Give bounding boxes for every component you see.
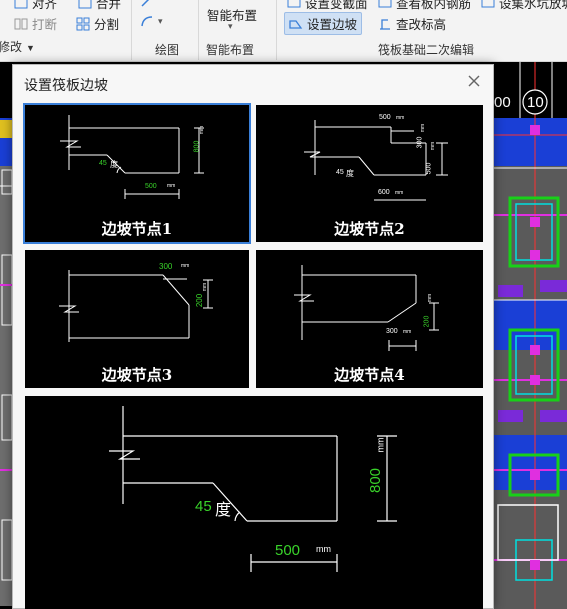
height-value: 200 xyxy=(423,315,431,328)
slope-icon xyxy=(289,19,303,29)
slope-preview-panel: 45 度 800 mm 500 mm xyxy=(25,396,483,609)
node-label: 边坡节点1 xyxy=(101,220,173,238)
slope-node-2-thumbnail[interactable]: 500 mm 300 mm 500 mm 45 度 600 mm 边坡节点2 xyxy=(256,105,483,242)
preview-diagram xyxy=(109,406,397,572)
ribbon-separator xyxy=(131,0,132,60)
break-button[interactable]: 打断 xyxy=(14,14,57,33)
slope-node-3-thumbnail[interactable]: 300 mm 200 mm 边坡节点3 xyxy=(25,250,249,388)
split-button[interactable]: 分割 xyxy=(76,14,119,33)
height-unit: mm xyxy=(199,125,206,135)
modify-group-dropdown[interactable]: 修改 ▼ xyxy=(0,38,35,55)
width-unit: mm xyxy=(403,329,412,335)
chevron-down-icon: ▾ xyxy=(158,15,163,26)
ribbon-toolbar: 对齐 合并 打断 分割 修改 ▼ ▾ 绘图 智能布置 ▾ 智能布置 设置变截面 … xyxy=(0,0,567,62)
height1-unit: mm xyxy=(420,123,427,133)
preview-width-value: 500 xyxy=(275,542,301,559)
preview-height-unit: mm xyxy=(375,437,386,453)
group-label-smart: 智能布置 xyxy=(206,43,255,57)
elevation-icon xyxy=(380,18,390,30)
group-label-raft: 筏板基础二次编辑 xyxy=(378,43,475,57)
ribbon-separator xyxy=(276,0,277,60)
height-value: 200 xyxy=(195,293,205,308)
width-value: 300 xyxy=(159,262,173,271)
height-value: 800 xyxy=(193,140,201,153)
dialog-title: 设置筏板边坡 xyxy=(24,77,108,93)
set-slope-button[interactable]: 设置边坡 xyxy=(284,12,363,35)
top-width-unit: mm xyxy=(396,115,405,121)
slope-node-1-thumbnail[interactable]: 45 度 800 mm 500 mm 边坡节点1 xyxy=(23,103,251,244)
angle-value: 45 xyxy=(336,169,344,176)
preview-angle-unit: 度 xyxy=(215,500,232,519)
width-value: 300 xyxy=(386,328,398,335)
angle-value: 45 xyxy=(99,160,107,167)
top-width-value: 500 xyxy=(379,114,391,121)
ribbon-separator xyxy=(198,0,199,60)
set-variable-section-button[interactable]: 设置变截面 xyxy=(287,0,368,12)
width-unit: mm xyxy=(395,190,404,196)
width-value: 500 xyxy=(145,183,157,190)
set-pit-slope-button[interactable]: 设集水坑放坡 xyxy=(481,0,567,12)
draw-line-tool[interactable] xyxy=(140,0,154,8)
arc-icon xyxy=(141,16,153,27)
height2-unit: mm xyxy=(430,141,437,151)
edit-elevation-button[interactable]: 查改标高 xyxy=(378,14,446,33)
node-label: 边坡节点4 xyxy=(334,366,405,384)
height2-value: 500 xyxy=(425,162,433,175)
align-icon xyxy=(14,0,28,8)
pit-icon xyxy=(481,0,495,7)
width-unit: mm xyxy=(167,183,176,189)
height-unit: mm xyxy=(427,293,434,303)
angle-unit: 度 xyxy=(346,169,354,178)
preview-angle-value: 45 xyxy=(195,498,212,515)
rebar-icon xyxy=(378,0,392,7)
merge-button[interactable]: 合并 xyxy=(78,0,121,12)
angle-unit: 度 xyxy=(110,160,118,169)
section-icon xyxy=(287,0,301,7)
set-slope-dialog: 设置筏板边坡 45 度 800 mm 500 mm 边坡节点1 500 mm 3… xyxy=(12,64,494,609)
node-label: 边坡节点2 xyxy=(334,220,405,238)
chevron-down-icon[interactable]: ▾ xyxy=(228,21,233,32)
node-label: 边坡节点3 xyxy=(101,366,173,384)
slope-node-4-thumbnail[interactable]: 200 mm 300 mm 边坡节点4 xyxy=(256,250,483,388)
preview-height-value: 800 xyxy=(367,467,385,494)
split-icon xyxy=(76,17,90,30)
align-button[interactable]: 对齐 xyxy=(14,0,57,12)
line-icon xyxy=(141,0,150,7)
group-label-draw: 绘图 xyxy=(155,43,180,57)
height1-value: 300 xyxy=(416,136,424,149)
axis-label: 10 xyxy=(527,94,544,111)
axis-label-partial: 00 xyxy=(494,94,511,111)
draw-arc-tool[interactable]: ▾ xyxy=(140,14,163,28)
merge-icon xyxy=(78,0,92,8)
chevron-down-icon: ▼ xyxy=(26,43,35,53)
view-rebar-button[interactable]: 查看板内钢筋 xyxy=(378,0,471,12)
break-icon xyxy=(14,18,28,29)
app-window: 10 00 对齐 合并 打断 分割 修改 ▼ ▾ 绘图 智能布置 ▾ 智能布置 … xyxy=(0,0,567,609)
preview-width-unit: mm xyxy=(316,544,331,554)
height-unit: mm xyxy=(202,282,209,292)
close-icon[interactable] xyxy=(465,72,483,90)
width-value: 600 xyxy=(378,189,390,196)
width-unit: mm xyxy=(181,263,190,269)
